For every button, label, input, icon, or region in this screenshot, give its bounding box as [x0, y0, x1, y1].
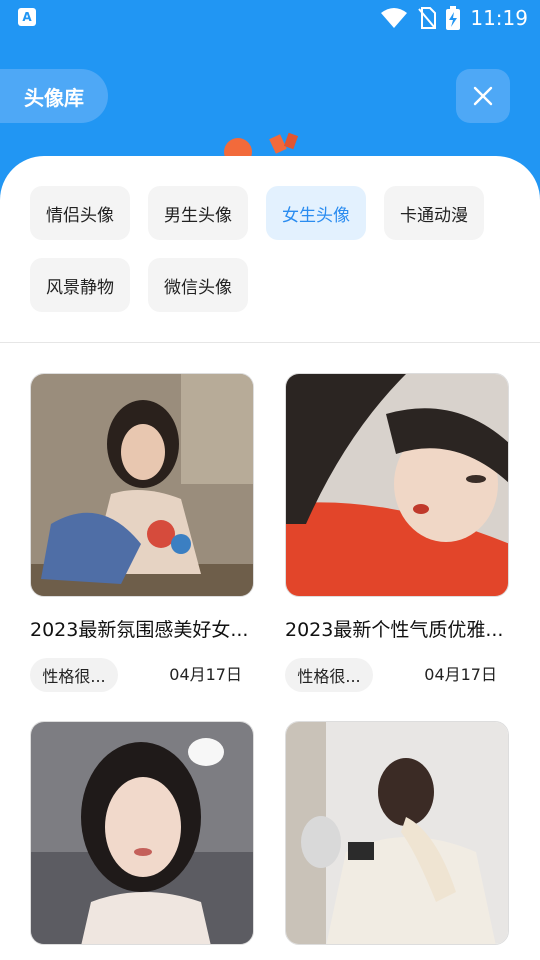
page-title[interactable]: 头像库	[0, 69, 108, 123]
card-title[interactable]: 2023最新个性气质优雅...	[285, 615, 509, 642]
chip-wechat-avatar[interactable]: 微信头像	[148, 258, 248, 312]
chip-cartoon-anime[interactable]: 卡通动漫	[384, 186, 484, 240]
card-tag[interactable]: 性格很...	[285, 658, 373, 692]
close-button[interactable]	[456, 69, 510, 123]
avatar-image[interactable]	[30, 373, 254, 597]
avatar-image[interactable]	[285, 373, 509, 597]
status-time: 11:19	[470, 6, 528, 30]
chip-girl-avatar[interactable]: 女生头像	[266, 186, 366, 240]
chip-boy-avatar[interactable]: 男生头像	[148, 186, 248, 240]
card-date: 04月17日	[424, 665, 497, 684]
avatar-card[interactable]: 2023最新氛围感美好女... 性格很... 04月17日	[30, 373, 254, 692]
card-title[interactable]: 2023最新氛围感美好女...	[30, 615, 254, 642]
card-date: 04月17日	[169, 665, 242, 684]
status-bar: A 11:19	[0, 0, 540, 36]
avatar-card[interactable]	[30, 721, 254, 945]
avatar-card[interactable]: 2023最新个性气质优雅... 性格很... 04月17日	[285, 373, 509, 692]
card-tag[interactable]: 性格很...	[30, 658, 118, 692]
battery-charging-icon	[446, 6, 461, 30]
avatar-card[interactable]	[285, 721, 509, 945]
card-meta: 性格很... 04月17日	[30, 658, 254, 692]
close-icon	[473, 86, 493, 106]
chip-couple-avatar[interactable]: 情侣头像	[30, 186, 130, 240]
no-sim-icon	[418, 7, 437, 29]
avatar-image[interactable]	[285, 721, 509, 945]
divider	[0, 342, 540, 343]
chip-scenery[interactable]: 风景静物	[30, 258, 130, 312]
wifi-icon	[381, 8, 408, 28]
card-meta: 性格很... 04月17日	[285, 658, 509, 692]
avatar-image[interactable]	[30, 721, 254, 945]
app-notification-icon: A	[18, 8, 36, 26]
content-sheet: 情侣头像 男生头像 女生头像 卡通动漫 风景静物 微信头像 2023最新氛围感美…	[0, 156, 540, 960]
